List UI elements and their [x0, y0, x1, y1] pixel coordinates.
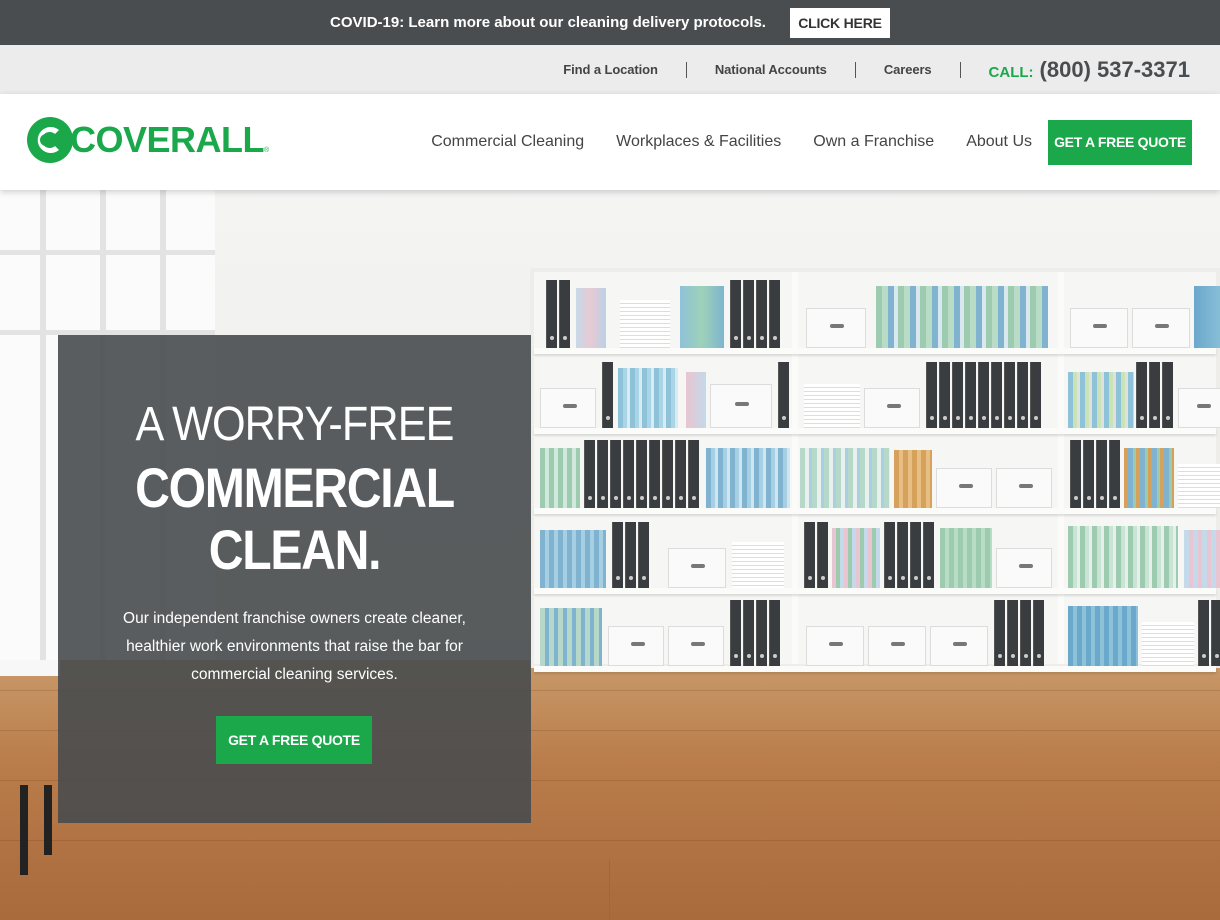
nav-about-us[interactable]: About Us — [966, 133, 1032, 151]
coverall-logo[interactable]: COVERALL ® — [26, 116, 269, 164]
logo-wordmark: COVERALL — [70, 119, 265, 160]
hero-desk-leg — [20, 785, 28, 875]
logo-registered-mark: ® — [264, 147, 270, 154]
utility-bar: Find a Location National Accounts Career… — [0, 45, 1220, 94]
hero-desk — [0, 660, 60, 676]
find-location-link[interactable]: Find a Location — [535, 62, 686, 77]
hero-headline-line3: CLEAN. — [208, 518, 382, 581]
hero-bookshelf-image — [530, 268, 1220, 672]
national-accounts-link[interactable]: National Accounts — [687, 62, 855, 77]
utility-divider — [959, 61, 961, 78]
main-header: COVERALL ® Commercial Cleaning Workplace… — [0, 94, 1220, 190]
hero-headline-line1: A WORRY-FREE — [135, 398, 454, 451]
hero-description: Our independent franchise owners create … — [123, 610, 466, 683]
nav-commercial-cleaning[interactable]: Commercial Cleaning — [431, 133, 584, 151]
nav-workplaces-facilities[interactable]: Workplaces & Facilities — [616, 133, 781, 151]
covid-click-here-button[interactable]: CLICK HERE — [789, 7, 890, 38]
phone-number: (800) 537-3371 — [1039, 56, 1190, 82]
covid-message: COVID-19: Learn more about our cleaning … — [330, 14, 766, 31]
call-label: CALL: — [988, 63, 1034, 81]
header-free-quote-button[interactable]: GET A FREE QUOTE — [1048, 119, 1192, 165]
nav-own-a-franchise[interactable]: Own a Franchise — [813, 133, 934, 151]
hero-free-quote-button[interactable]: GET A FREE QUOTE — [216, 716, 372, 764]
primary-nav: Commercial Cleaning Workplaces & Facilit… — [399, 94, 1192, 190]
hero-headline-line2: COMMERCIAL — [135, 456, 455, 519]
scroll-indicator-line — [609, 860, 610, 920]
call-phone-link[interactable]: CALL: (800) 537-3371 — [989, 57, 1190, 83]
coverall-c-icon — [26, 116, 74, 164]
covid-banner: COVID-19: Learn more about our cleaning … — [0, 0, 1220, 45]
hero-desk-leg — [44, 785, 52, 855]
hero-callout-card: A WORRY-FREE COMMERCIAL CLEAN. Our indep… — [58, 335, 531, 823]
careers-link[interactable]: Careers — [856, 62, 960, 77]
